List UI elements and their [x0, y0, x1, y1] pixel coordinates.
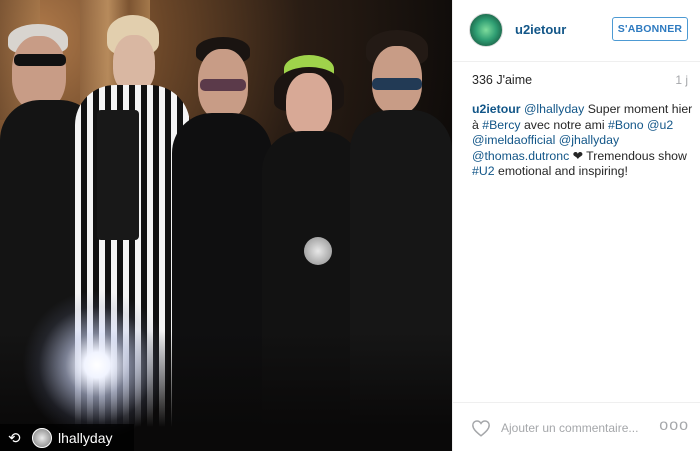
comment-bar: Ajouter un commentaire... ooo	[453, 402, 700, 451]
caption-link[interactable]: @u2	[647, 118, 673, 132]
comment-input[interactable]: Ajouter un commentaire...	[501, 421, 638, 435]
repost-icon: ⟲	[8, 429, 21, 447]
avatar[interactable]	[469, 13, 503, 47]
likes-count[interactable]: 336 J'aime	[472, 73, 532, 87]
light-flare	[22, 290, 172, 440]
caption-author[interactable]: u2ietour	[472, 102, 521, 116]
caption-link[interactable]: #Bono	[608, 118, 644, 132]
follow-button[interactable]: S'ABONNER	[612, 17, 688, 41]
post-header: u2ietour S'ABONNER	[453, 0, 700, 62]
regram-username: lhallyday	[58, 429, 113, 446]
caption-segment: emotional and inspiring!	[494, 164, 628, 178]
caption-link[interactable]: #Bercy	[482, 118, 520, 132]
caption-link[interactable]: @lhallyday	[524, 102, 584, 116]
caption-link[interactable]: @thomas.dutronc	[472, 149, 569, 163]
caption-link[interactable]: @jhallyday	[559, 133, 619, 147]
post-caption: u2ietour @lhallyday Super moment hier à …	[472, 102, 694, 180]
post-sidebar: u2ietour S'ABONNER 336 J'aime 1 j u2ieto…	[452, 0, 700, 451]
heart-icon[interactable]	[471, 419, 491, 437]
more-options-icon[interactable]: ooo	[659, 417, 689, 435]
caption-segment: avec notre ami	[520, 117, 609, 132]
caption-link[interactable]: @imeldaofficial	[472, 133, 555, 147]
post-author-username[interactable]: u2ietour	[515, 22, 566, 37]
post-timestamp: 1 j	[675, 73, 688, 87]
post-photo[interactable]: ⟲ lhallyday	[0, 0, 452, 451]
regram-badge: ⟲ lhallyday	[0, 424, 134, 451]
caption-link[interactable]: #U2	[472, 164, 495, 178]
regram-avatar	[32, 427, 52, 448]
caption-segment: ❤	[569, 148, 583, 163]
caption-segment: Tremendous show	[582, 148, 687, 163]
